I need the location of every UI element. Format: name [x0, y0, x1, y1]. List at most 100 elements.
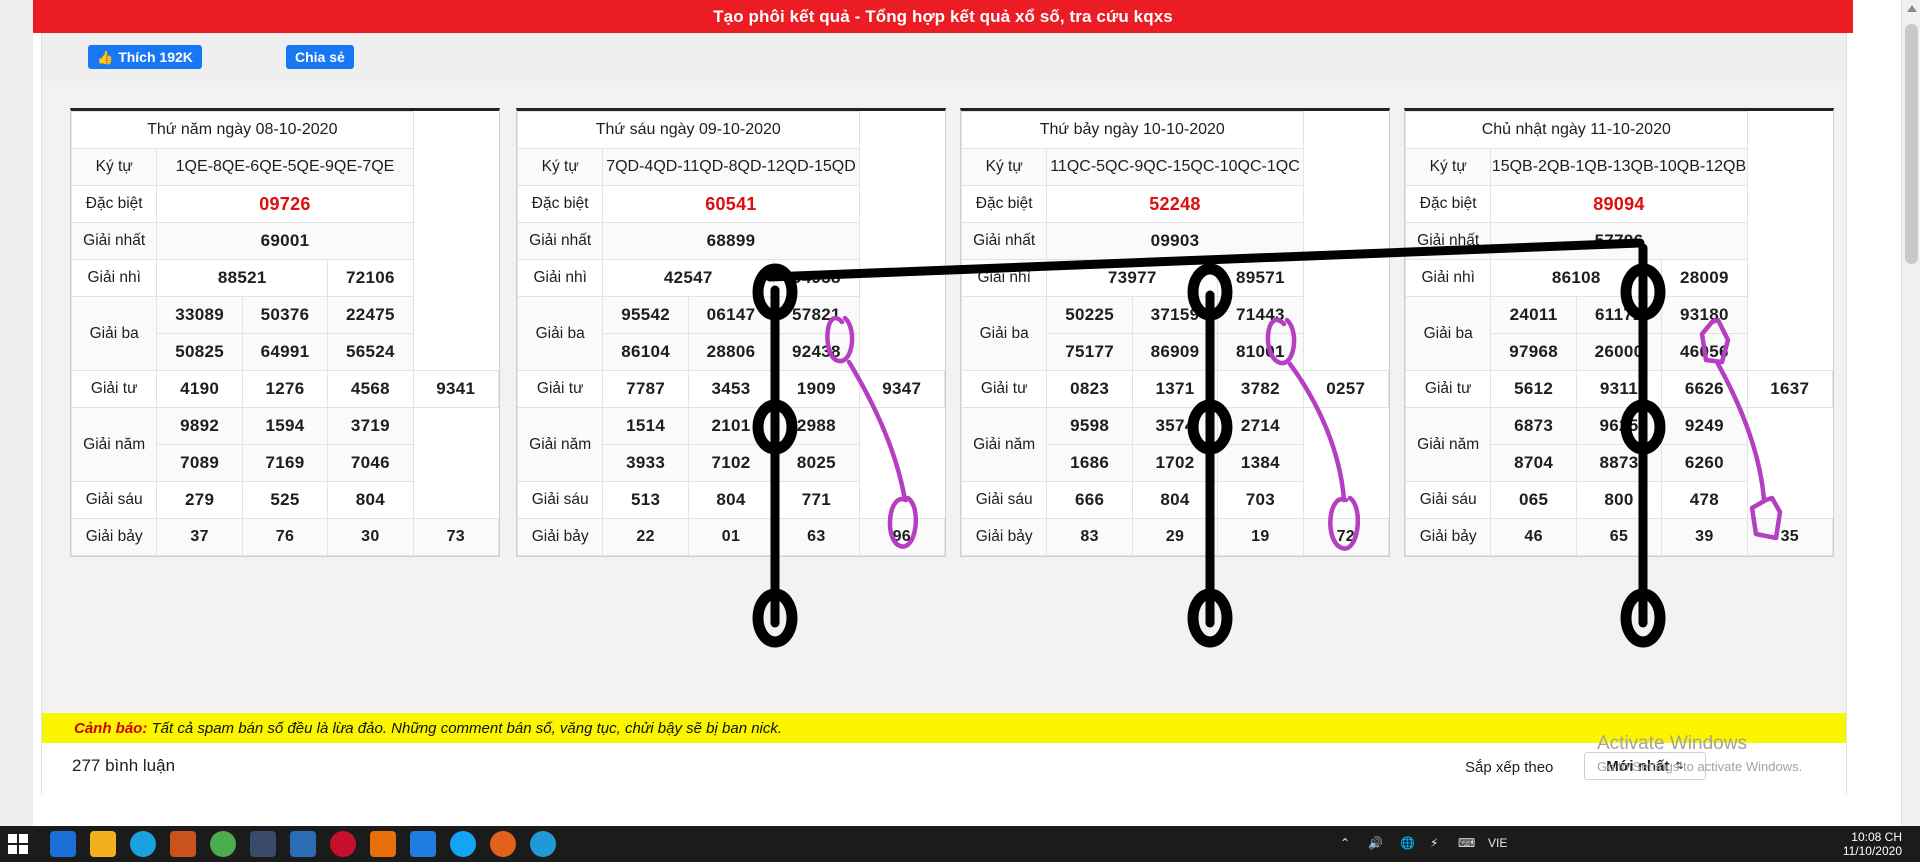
row-label-sau: Giải sáu — [516, 481, 604, 519]
news-icon[interactable] — [250, 831, 276, 857]
row-label-nhat: Giải nhất — [960, 222, 1048, 260]
tu-value-1: 5612 — [1490, 370, 1577, 408]
ba-value-4: 86104 — [602, 333, 689, 371]
chevron-up-icon[interactable]: ⌃ — [1340, 836, 1350, 850]
keyboard-icon[interactable]: ⌨ — [1458, 836, 1475, 850]
nam-value-6: 8025 — [773, 444, 860, 482]
network-icon[interactable]: 🌐 — [1400, 836, 1415, 850]
ba-value-3: 22475 — [327, 296, 414, 334]
page-left-gutter — [0, 0, 34, 840]
activate-windows-watermark: Activate Windows Go to Settings to activ… — [1597, 733, 1897, 774]
file-explorer-icon[interactable] — [90, 831, 116, 857]
edge-active-icon[interactable] — [530, 831, 556, 857]
skype-icon[interactable] — [450, 831, 476, 857]
vlc-icon[interactable] — [370, 831, 396, 857]
thumbs-up-icon: 👍 — [97, 49, 114, 65]
warning-body: Tất cả spam bán số đều là lừa đảo. Những… — [147, 719, 783, 737]
nam-value-3: 2988 — [773, 407, 860, 445]
coccoc-icon[interactable] — [330, 831, 356, 857]
row-label-bay: Giải bảy — [1404, 518, 1492, 556]
ba-value-3: 71443 — [1217, 296, 1304, 334]
nam-value-4: 1686 — [1046, 444, 1133, 482]
ba-value-3: 93180 — [1661, 296, 1748, 334]
nhi-value-1: 88521 — [156, 259, 329, 297]
ba-value-2: 50376 — [241, 296, 329, 334]
zalo-icon[interactable] — [410, 831, 436, 857]
row-label-dacbiet: Đặc biệt — [516, 185, 604, 223]
row-label-nhi: Giải nhì — [70, 259, 158, 297]
sau-value-1: 279 — [156, 481, 243, 519]
row-label-nhi: Giải nhì — [960, 259, 1048, 297]
bay-value-3: 30 — [327, 518, 414, 556]
nam-value-5: 7169 — [241, 444, 329, 482]
nam-value-4: 7089 — [156, 444, 243, 482]
ba-value-5: 28806 — [687, 333, 775, 371]
nhi-value-1: 86108 — [1490, 259, 1663, 297]
row-label-ba: Giải ba — [516, 296, 604, 371]
nam-value-6: 6260 — [1661, 444, 1748, 482]
mail-icon[interactable] — [50, 831, 76, 857]
row-label-bay: Giải bảy — [960, 518, 1048, 556]
sau-value-2: 800 — [1575, 481, 1663, 519]
sau-value-2: 804 — [687, 481, 775, 519]
facebook-like-button[interactable]: 👍 Thích 192K — [88, 45, 202, 69]
row-label-ba: Giải ba — [1404, 296, 1492, 371]
page-scrollbar[interactable] — [1901, 0, 1920, 840]
language-indicator[interactable]: VIE — [1488, 836, 1507, 850]
unikey-icon[interactable] — [290, 831, 316, 857]
taskbar-clock[interactable]: 10:08 CH 11/10/2020 — [1843, 830, 1902, 858]
result-board-thu-nam: Thứ năm ngày 08-10-2020 Ký tự 1QE-8QE-6Q… — [70, 108, 500, 557]
nam-value-5: 7102 — [687, 444, 775, 482]
row-label-bay: Giải bảy — [70, 518, 158, 556]
scrollbar-thumb[interactable] — [1905, 24, 1918, 264]
facebook-share-button[interactable]: Chia sẻ — [286, 45, 354, 69]
scroll-up-arrow-icon[interactable] — [1907, 5, 1917, 12]
row-label-kytu: Ký tự — [1404, 148, 1492, 186]
row-label-kytu: Ký tự — [70, 148, 158, 186]
dacbiet-value: 09726 — [156, 185, 414, 223]
row-label-dacbiet: Đặc biệt — [1404, 185, 1492, 223]
bay-value-2: 76 — [241, 518, 329, 556]
row-label-tu: Giải tư — [516, 370, 604, 408]
dacbiet-value: 89094 — [1490, 185, 1748, 223]
ba-value-3: 57821 — [773, 296, 860, 334]
ba-value-4: 97968 — [1490, 333, 1577, 371]
firefox-icon[interactable] — [490, 831, 516, 857]
nam-value-2: 1594 — [241, 407, 329, 445]
tu-value-3: 1909 — [773, 370, 860, 408]
nam-value-1: 9892 — [156, 407, 243, 445]
bay-value-3: 63 — [773, 518, 860, 556]
spam-warning-bar: Cảnh báo: Tất cả spam bán số đều là lừa … — [41, 713, 1847, 743]
store-icon[interactable] — [170, 831, 196, 857]
row-label-kytu: Ký tự — [960, 148, 1048, 186]
comment-count-label: 277 bình luận — [72, 756, 176, 775]
row-label-ba: Giải ba — [70, 296, 158, 371]
windows-start-icon[interactable] — [8, 834, 28, 854]
sort-by-label: Sắp xếp theo — [1465, 759, 1554, 776]
row-label-bay: Giải bảy — [516, 518, 604, 556]
ba-value-5: 26000 — [1575, 333, 1663, 371]
sau-value-1: 666 — [1046, 481, 1133, 519]
nam-value-2: 3574 — [1131, 407, 1219, 445]
ba-value-5: 64991 — [241, 333, 329, 371]
ba-value-4: 50825 — [156, 333, 243, 371]
row-label-tu: Giải tư — [1404, 370, 1492, 408]
volume-icon[interactable]: 🔊 — [1368, 836, 1383, 850]
nhat-value: 09903 — [1046, 222, 1304, 260]
sau-value-1: 065 — [1490, 481, 1577, 519]
edge-icon[interactable] — [130, 831, 156, 857]
sau-value-3: 771 — [773, 481, 860, 519]
bay-value-3: 39 — [1661, 518, 1748, 556]
row-label-tu: Giải tư — [960, 370, 1048, 408]
ba-value-2: 61172 — [1575, 296, 1663, 334]
chrome-icon[interactable] — [210, 831, 236, 857]
kytu-value: 1QE-8QE-6QE-5QE-9QE-7QE — [156, 148, 414, 186]
result-board-thu-bay: Thứ bảy ngày 10-10-2020 Ký tự 11QC-5QC-9… — [960, 108, 1390, 557]
row-label-sau: Giải sáu — [960, 481, 1048, 519]
kytu-value: 15QB-2QB-1QB-13QB-10QB-12QB — [1490, 148, 1748, 186]
row-label-nhi: Giải nhì — [516, 259, 604, 297]
battery-icon[interactable]: ⚡ — [1430, 836, 1438, 850]
nam-value-6: 7046 — [327, 444, 414, 482]
row-label-dacbiet: Đặc biệt — [70, 185, 158, 223]
row-label-nhat: Giải nhất — [516, 222, 604, 260]
